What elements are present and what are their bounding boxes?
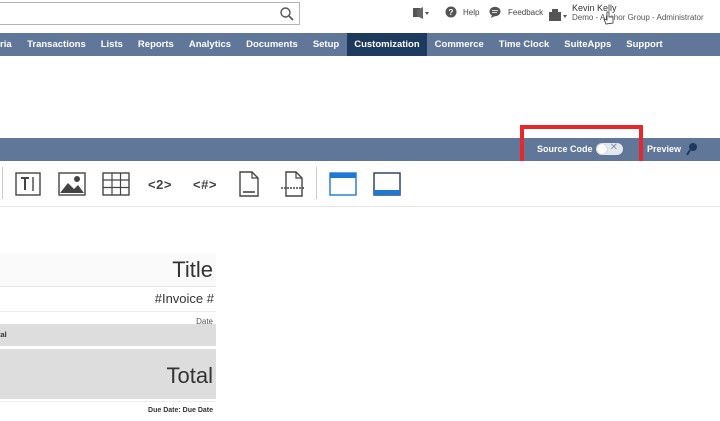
- total-header-row[interactable]: tal: [0, 324, 216, 346]
- main-nav: ria Transactions Lists Reports Analytics…: [0, 33, 720, 56]
- text-box-button[interactable]: [14, 170, 42, 198]
- header-layout-button[interactable]: [329, 170, 357, 198]
- title-row[interactable]: Title: [0, 253, 216, 287]
- footer-layout-icon: [373, 172, 401, 196]
- insert-page-break-icon: [281, 171, 305, 197]
- template-title: Title: [172, 257, 213, 282]
- insert-page-break-button[interactable]: [279, 170, 307, 198]
- header-layout-icon: [329, 172, 357, 196]
- footer-layout-button[interactable]: [373, 170, 401, 198]
- image-icon: [58, 172, 86, 196]
- image-button[interactable]: [57, 170, 87, 198]
- total-header-label: tal: [0, 330, 7, 339]
- recent-records-icon: [413, 7, 429, 19]
- user-name: Kevin Kelly: [572, 3, 617, 13]
- total-pages-button[interactable]: <#>: [189, 170, 221, 198]
- feedback-label: Feedback: [508, 7, 544, 17]
- total-pages-icon: <#>: [193, 176, 217, 192]
- nav-item-lists[interactable]: Lists: [93, 33, 130, 56]
- preview-magnifier-icon[interactable]: [686, 142, 698, 156]
- table-button[interactable]: [102, 170, 130, 198]
- nav-item-partial[interactable]: ria: [0, 33, 20, 56]
- due-date-row[interactable]: Due Date: Due Date: [0, 401, 216, 421]
- nav-item-analytics[interactable]: Analytics: [181, 33, 238, 56]
- nav-item-time-clock[interactable]: Time Clock: [491, 33, 557, 56]
- user-role-icon: [549, 9, 567, 21]
- global-search-input[interactable]: [0, 2, 300, 25]
- nav-item-support[interactable]: Support: [619, 33, 670, 56]
- page-break-button[interactable]: [236, 170, 262, 198]
- recent-records-button[interactable]: [412, 6, 430, 20]
- page-number-button[interactable]: <2>: [144, 170, 176, 198]
- page-break-icon: [239, 171, 259, 197]
- help-icon: ?: [445, 6, 457, 18]
- nav-item-reports[interactable]: Reports: [130, 33, 181, 56]
- user-role: Demo - Anchor Group - Administrator: [572, 13, 704, 22]
- nav-item-documents[interactable]: Documents: [239, 33, 306, 56]
- toolbar-divider: [316, 167, 317, 199]
- total-label: Total: [166, 363, 213, 388]
- template-toolbar: <2> <#>: [0, 161, 720, 207]
- due-date: Due Date: Due Date: [148, 407, 213, 414]
- help-link[interactable]: ? Help: [445, 6, 479, 18]
- nav-item-transactions[interactable]: Transactions: [20, 33, 94, 56]
- toolbar-divider: [2, 167, 3, 199]
- table-icon: [102, 172, 130, 196]
- help-label: Help: [463, 7, 480, 17]
- page-number-icon: <2>: [148, 176, 172, 192]
- nav-item-suiteapps[interactable]: SuiteApps: [557, 33, 619, 56]
- preview-label[interactable]: Preview: [647, 144, 681, 154]
- invoice-number-row[interactable]: #Invoice #: [0, 288, 216, 312]
- invoice-template: Title #Invoice # Date tal Total Due Date…: [0, 253, 216, 421]
- user-menu[interactable]: Kevin Kelly Demo - Anchor Group - Admini…: [548, 3, 704, 23]
- nav-item-customization[interactable]: Customization: [346, 33, 428, 56]
- nav-item-setup[interactable]: Setup: [305, 33, 346, 56]
- total-box[interactable]: Total: [0, 349, 216, 399]
- search-icon[interactable]: [279, 6, 295, 22]
- feedback-link[interactable]: Feedback: [489, 6, 543, 18]
- text-box-icon: [15, 172, 41, 196]
- invoice-number: #Invoice #: [154, 291, 214, 306]
- nav-item-commerce[interactable]: Commerce: [427, 33, 491, 56]
- svg-text:?: ?: [449, 8, 454, 17]
- hand-cursor-icon: [603, 11, 614, 25]
- feedback-icon: [489, 6, 501, 18]
- template-canvas: Title #Invoice # Date tal Total Due Date…: [0, 207, 720, 421]
